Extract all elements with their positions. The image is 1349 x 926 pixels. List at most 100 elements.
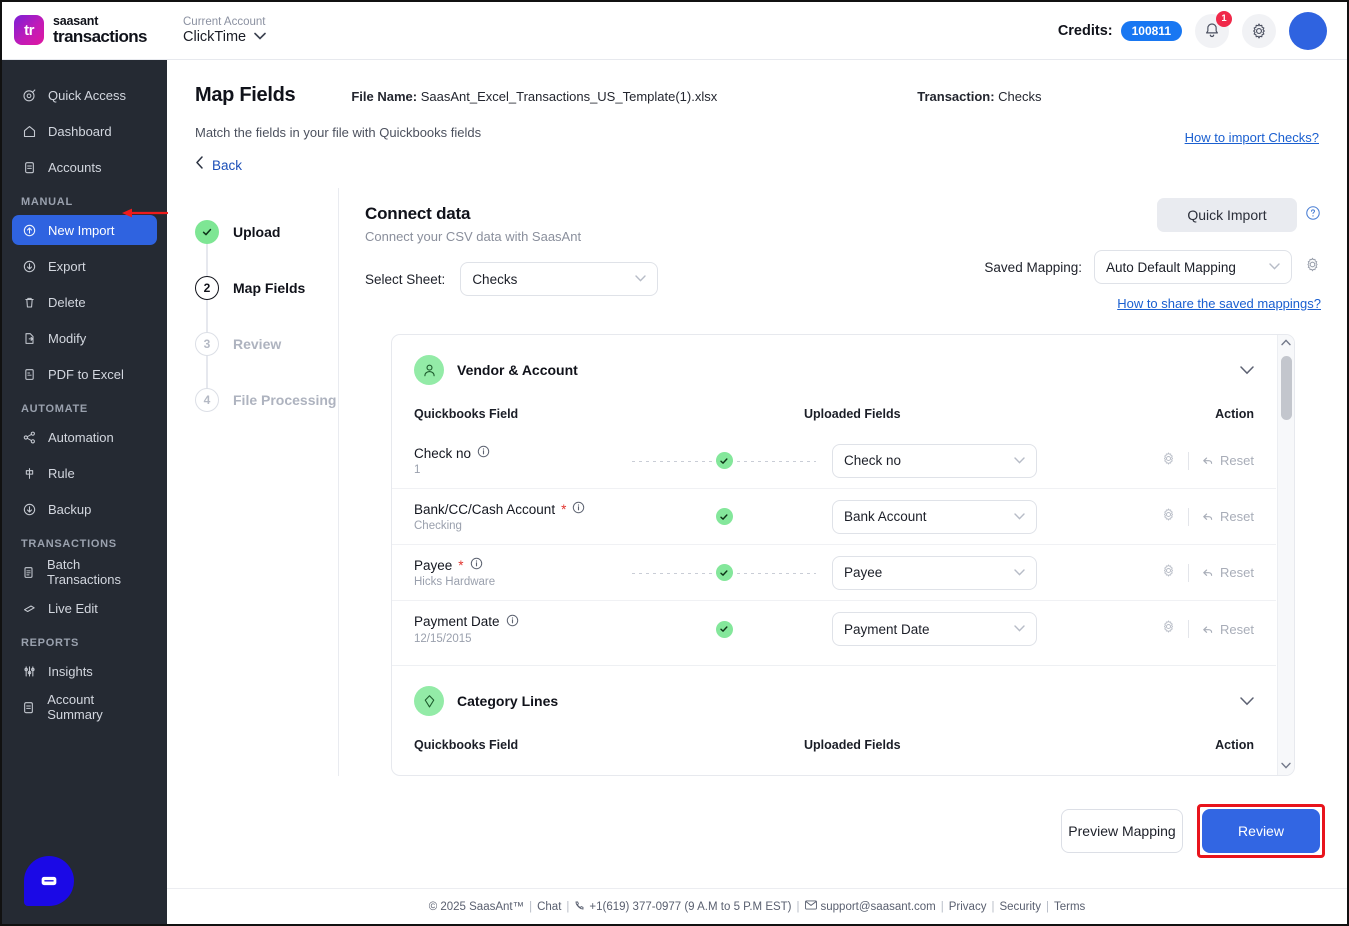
step-label: File Processing (233, 392, 337, 408)
mapping-scroll-area: Vendor & Account Quickbooks Field Upload… (392, 335, 1276, 775)
sidebar-label: Modify (48, 330, 87, 346)
step-check-icon (195, 220, 219, 244)
sidebar-item-dashboard[interactable]: Dashboard (12, 116, 157, 146)
section-header-category-lines[interactable]: Category Lines (392, 666, 1276, 716)
row-settings-button[interactable] (1161, 619, 1176, 639)
reset-button[interactable]: Reset (1201, 453, 1254, 468)
undo-icon (1203, 513, 1213, 520)
saved-mapping-settings-button[interactable] (1304, 256, 1321, 278)
credits-display: Credits: 100811 (1057, 20, 1182, 41)
reset-button[interactable]: Reset (1201, 622, 1254, 637)
preview-mapping-button[interactable]: Preview Mapping (1061, 809, 1183, 853)
step-label: Review (233, 336, 282, 352)
footer-privacy-link[interactable]: Privacy (949, 901, 987, 913)
mapping-connector (632, 564, 816, 581)
scrollbar-track[interactable] (1278, 352, 1294, 758)
chevron-down-icon (1014, 455, 1025, 467)
sidebar-item-account-summary[interactable]: Account Summary (12, 692, 157, 722)
sidebar-label: Insights (48, 663, 93, 679)
person-icon (414, 355, 444, 385)
uploaded-field-dropdown[interactable]: Payee (832, 555, 1037, 590)
sidebar-item-accounts[interactable]: Accounts (12, 152, 157, 182)
step-map-fields[interactable]: 2 Map Fields (195, 260, 338, 316)
download-cloud-icon (21, 259, 37, 274)
back-button[interactable]: Back (195, 156, 1319, 174)
sidebar-label: Quick Access (48, 87, 127, 103)
sidebar-item-backup[interactable]: Backup (12, 494, 157, 524)
mapped-check-icon (715, 508, 733, 525)
uploaded-field-dropdown[interactable]: Bank Account (832, 499, 1037, 534)
user-avatar[interactable] (1289, 11, 1327, 50)
brand-logo[interactable]: tr saasant transactions (2, 15, 167, 46)
help-circle-icon[interactable] (1305, 205, 1321, 226)
sidebar-item-export[interactable]: Export (12, 251, 157, 281)
back-label: Back (212, 157, 243, 173)
notifications-button[interactable]: 1 (1195, 10, 1232, 48)
sidebar-item-batch-transactions[interactable]: Batch Transactions (12, 557, 157, 587)
phone-icon (574, 900, 585, 914)
footer-email-link[interactable]: support@saasant.com (821, 901, 936, 913)
info-icon[interactable] (572, 501, 585, 517)
how-to-import-link[interactable]: How to import Checks? (1185, 130, 1319, 145)
scroll-down-icon[interactable] (1281, 758, 1291, 775)
info-icon[interactable] (477, 445, 490, 461)
transaction-label: Transaction: (917, 89, 995, 104)
credits-label: Credits: (1057, 22, 1113, 39)
step-file-processing[interactable]: 4 File Processing (195, 372, 338, 428)
section-header-vendor-account[interactable]: Vendor & Account (392, 335, 1276, 385)
connect-data-panel: Connect data Connect your CSV data with … (339, 188, 1347, 776)
sidebar-item-quick-access[interactable]: Quick Access (12, 80, 157, 110)
step-upload[interactable]: Upload (195, 204, 338, 260)
annotation-arrow-new-import (122, 208, 168, 218)
row-settings-button[interactable] (1161, 563, 1176, 583)
footer-phone: +1(619) 377-0977 (9 A.M to 5 P.M EST) (589, 900, 792, 913)
reset-label: Reset (1220, 565, 1254, 580)
share-saved-mappings-link[interactable]: How to share the saved mappings? (1117, 296, 1321, 311)
uploaded-field-dropdown[interactable]: Payment Date (832, 612, 1037, 646)
sidebar-item-rule[interactable]: Rule (12, 458, 157, 488)
uploaded-field-dropdown[interactable]: Check no (832, 443, 1037, 478)
step-number: 2 (195, 276, 219, 300)
mapping-scrollbar[interactable] (1277, 335, 1294, 775)
sidebar-item-new-import[interactable]: New Import (12, 215, 157, 245)
clipboard-icon (21, 700, 36, 715)
chat-widget-button[interactable] (24, 856, 74, 906)
review-button[interactable]: Review (1202, 809, 1320, 853)
sidebar-item-modify[interactable]: Modify (12, 323, 157, 353)
footer-security-link[interactable]: Security (999, 901, 1041, 913)
sidebar-item-live-edit[interactable]: Live Edit (12, 593, 157, 623)
sidebar-item-insights[interactable]: Insights (12, 656, 157, 686)
footer-terms-link[interactable]: Terms (1054, 901, 1085, 913)
column-uploaded-fields: Uploaded Fields (804, 407, 901, 421)
scroll-up-icon[interactable] (1281, 335, 1291, 352)
current-account-selector[interactable]: Current Account ClickTime (167, 16, 266, 46)
scrollbar-thumb[interactable] (1281, 356, 1292, 420)
step-review[interactable]: 3 Review (195, 316, 338, 372)
reset-button[interactable]: Reset (1201, 565, 1254, 580)
reset-button[interactable]: Reset (1201, 509, 1254, 524)
sidebar-item-automation[interactable]: Automation (12, 422, 157, 452)
gear-icon (1164, 620, 1174, 633)
select-sheet-dropdown[interactable]: Checks (460, 262, 659, 296)
chevron-down-icon[interactable] (1240, 694, 1254, 709)
chevron-down-icon[interactable] (1240, 363, 1254, 378)
gear-icon (1164, 564, 1174, 576)
saved-mapping-dropdown[interactable]: Auto Default Mapping (1094, 250, 1292, 284)
info-icon[interactable] (470, 557, 483, 573)
settings-button[interactable] (1242, 13, 1276, 48)
step-label: Upload (233, 224, 281, 240)
field-mapping-card: Vendor & Account Quickbooks Field Upload… (391, 334, 1295, 776)
sidebar-item-delete[interactable]: Delete (12, 287, 157, 317)
footer-chat-link[interactable]: Chat (537, 901, 561, 913)
quick-import-button[interactable]: Quick Import (1157, 198, 1297, 232)
row-settings-button[interactable] (1161, 507, 1176, 527)
step-number: 4 (195, 388, 219, 412)
sidebar-item-pdf-to-excel[interactable]: PDF to Excel (12, 359, 157, 389)
sidebar-label: Dashboard (48, 123, 112, 139)
row-settings-button[interactable] (1161, 451, 1176, 471)
uploaded-field-value: Payment Date (844, 621, 930, 637)
info-icon[interactable] (506, 614, 519, 630)
undo-icon (1203, 457, 1213, 464)
mapped-check-icon (715, 620, 733, 638)
chevron-down-icon (1269, 261, 1280, 273)
